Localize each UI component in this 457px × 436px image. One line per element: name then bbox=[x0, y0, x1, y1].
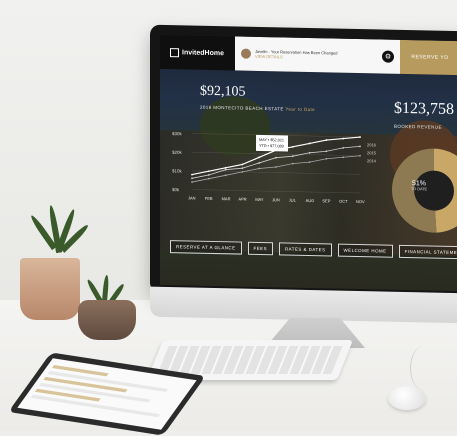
chart-tooltip: MAY • $52,021 YTD • $77,089 bbox=[256, 134, 288, 152]
y-tick-label: $30k bbox=[172, 131, 183, 136]
data-point bbox=[359, 154, 361, 157]
data-point bbox=[359, 145, 361, 148]
x-tick-label: MAY bbox=[255, 197, 264, 202]
nav-fees[interactable]: FEES bbox=[247, 241, 273, 256]
nav-welcome-home[interactable]: WELCOME HOME bbox=[337, 243, 393, 258]
data-point bbox=[275, 156, 277, 159]
x-tick-label: NOV bbox=[356, 199, 365, 204]
data-point bbox=[342, 146, 345, 149]
x-tick-label: OCT bbox=[339, 199, 348, 204]
mouse bbox=[388, 386, 426, 410]
data-point bbox=[275, 166, 277, 168]
donut-label: 51% TO DATE bbox=[410, 180, 428, 192]
grid-line bbox=[192, 151, 360, 156]
nav-financial-statement[interactable]: FINANCIAL STATEMENT bbox=[398, 244, 457, 260]
y-tick-label: $20k bbox=[172, 150, 183, 155]
data-point bbox=[207, 174, 210, 176]
data-point bbox=[224, 168, 227, 171]
x-tick-label: AUG bbox=[306, 198, 315, 203]
data-point bbox=[258, 167, 261, 170]
house-logo-icon bbox=[170, 47, 179, 57]
legend-2015: 2015 bbox=[367, 150, 376, 156]
legend-2014: 2014 bbox=[367, 158, 376, 164]
data-point bbox=[207, 177, 210, 180]
data-point bbox=[241, 167, 244, 170]
top-bar: InvitedHome Javelin · Your Reservation H… bbox=[160, 34, 457, 76]
x-tick-label: FEB bbox=[205, 196, 213, 201]
x-tick-label: SEP bbox=[322, 198, 330, 203]
x-tick-label: JUL bbox=[289, 198, 297, 203]
legend-2016: 2016 bbox=[367, 142, 376, 148]
data-point bbox=[291, 155, 294, 158]
data-point bbox=[191, 177, 193, 180]
gear-icon[interactable]: ⚙ bbox=[382, 50, 394, 63]
x-tick-label: JUN bbox=[272, 197, 280, 202]
booked-revenue-value: $123,758 bbox=[394, 99, 454, 119]
x-tick-label: APR bbox=[238, 197, 246, 202]
data-point bbox=[325, 157, 328, 160]
data-point bbox=[258, 162, 261, 164]
nav-rates-dates[interactable]: RATES & DATES bbox=[279, 242, 332, 257]
mouse-cable bbox=[410, 346, 437, 390]
data-point bbox=[224, 174, 227, 177]
notification-bar[interactable]: Javelin · Your Reservation Has Been Chan… bbox=[235, 36, 400, 74]
y-tick-label: $0k bbox=[172, 187, 180, 192]
grid-line bbox=[192, 189, 360, 194]
data-point bbox=[241, 171, 244, 173]
data-point bbox=[325, 150, 328, 153]
y-tick-label: $10k bbox=[172, 168, 183, 173]
nav-reserve-glance[interactable]: RESERVE AT A GLANCE bbox=[170, 240, 242, 255]
brand-name: InvitedHome bbox=[182, 48, 225, 57]
data-point bbox=[342, 156, 345, 159]
data-point bbox=[308, 151, 311, 154]
booked-revenue-label: BOOKED REVENUE bbox=[394, 123, 442, 130]
reserve-button[interactable]: RESERVE YO bbox=[400, 39, 457, 76]
data-point bbox=[191, 181, 193, 183]
x-tick-label: JAN bbox=[188, 195, 196, 200]
ytd-value: $92,105 bbox=[200, 83, 246, 100]
brand[interactable]: InvitedHome bbox=[160, 47, 235, 58]
x-tick-label: MAR bbox=[222, 196, 231, 201]
data-point bbox=[291, 162, 294, 165]
dashboard-screen: InvitedHome Javelin · Your Reservation H… bbox=[160, 34, 457, 292]
avatar bbox=[241, 48, 251, 59]
data-point bbox=[308, 161, 311, 164]
